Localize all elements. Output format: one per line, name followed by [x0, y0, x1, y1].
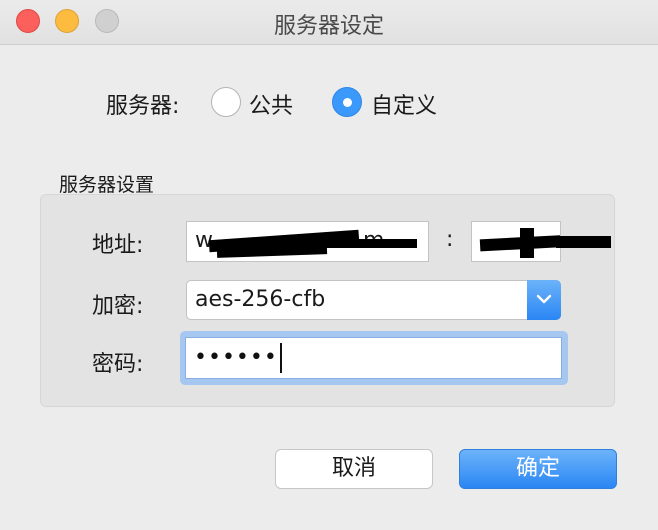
encryption-label: 加密:: [92, 294, 144, 319]
title-bar: 服务器设定: [0, 0, 658, 45]
port-input[interactable]: [471, 221, 561, 262]
encryption-value: aes-256-cfb: [195, 287, 326, 312]
password-label: 密码:: [92, 352, 144, 377]
server-type-label: 服务器:: [106, 94, 180, 119]
window-title: 服务器设定: [273, 14, 384, 39]
chevron-down-icon[interactable]: [527, 280, 561, 320]
redaction-mark: [307, 239, 417, 248]
redaction-mark: [520, 228, 534, 258]
server-settings-group-title: 服务器设置: [59, 174, 155, 196]
radio-public[interactable]: [211, 87, 241, 117]
password-input[interactable]: ••••••: [185, 337, 562, 379]
password-focus-ring: ••••••: [180, 331, 568, 385]
redaction-mark: [556, 236, 611, 248]
port-separator: :: [446, 227, 454, 252]
cancel-button[interactable]: 取消: [275, 449, 433, 489]
confirm-button[interactable]: 确定: [459, 449, 617, 489]
radio-selected-dot: [343, 98, 352, 107]
radio-custom[interactable]: [332, 87, 362, 117]
address-input[interactable]: w m: [186, 221, 429, 262]
radio-public-label[interactable]: 公共: [249, 88, 293, 120]
text-caret: [279, 343, 282, 373]
encryption-select[interactable]: aes-256-cfb: [186, 280, 561, 320]
password-mask: ••••••: [194, 345, 278, 370]
address-label: 地址:: [92, 233, 144, 258]
radio-custom-label[interactable]: 自定义: [371, 88, 437, 120]
